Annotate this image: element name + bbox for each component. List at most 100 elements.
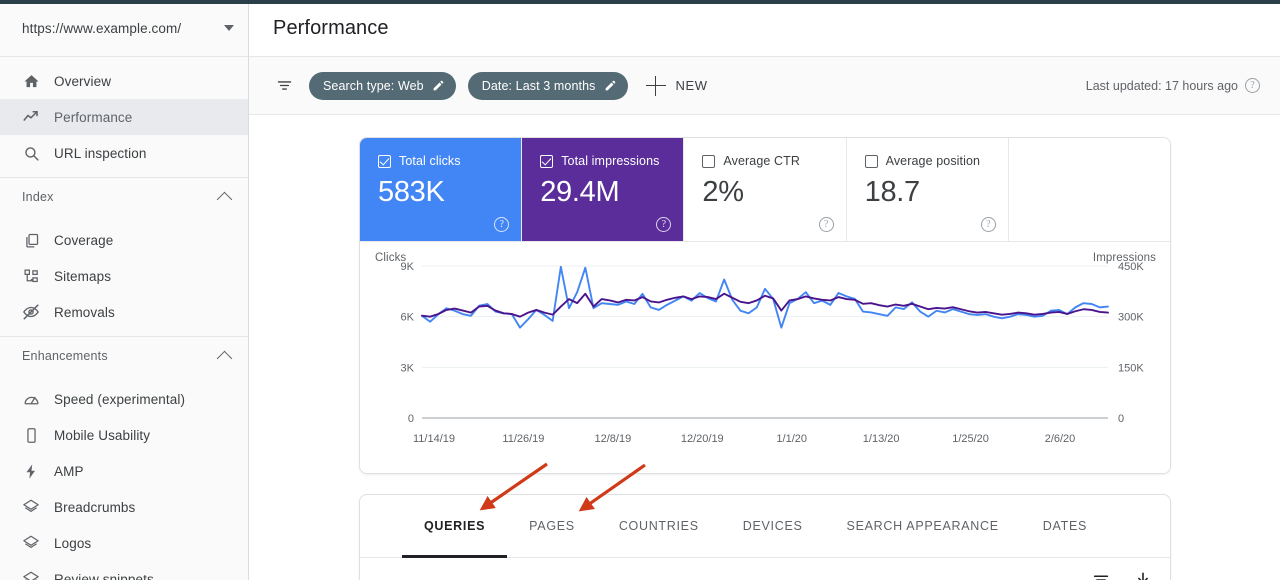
sidebar-item-sitemaps[interactable]: Sitemaps (0, 258, 248, 294)
sidebar-item-mobile-usability[interactable]: Mobile Usability (0, 417, 248, 453)
new-button-label: NEW (676, 78, 708, 93)
performance-chart-panel: Total clicks 583K ? Total impressions 29… (359, 137, 1171, 474)
svg-text:150K: 150K (1118, 362, 1144, 374)
svg-text:2/6/20: 2/6/20 (1045, 433, 1076, 445)
detail-tabs: QUERIES PAGES COUNTRIES DEVICES SEARCH A… (360, 495, 1170, 558)
metric-header: Average position (865, 154, 994, 168)
metric-label: Total impressions (561, 154, 659, 168)
sidebar-item-label: Overview (54, 74, 111, 89)
copy-pages-icon (20, 229, 42, 251)
filter-icon[interactable] (273, 75, 295, 97)
svg-text:11/14/19: 11/14/19 (413, 433, 455, 445)
filter-icon[interactable] (1092, 571, 1110, 580)
tab-label: SEARCH APPEARANCE (847, 519, 999, 533)
search-icon (20, 142, 42, 164)
sidebar-item-label: Sitemaps (54, 269, 111, 284)
svg-text:6K: 6K (401, 312, 415, 324)
sidebar-item-removals[interactable]: Removals (0, 294, 248, 330)
tab-countries[interactable]: COUNTRIES (597, 495, 721, 558)
chevron-up-icon (217, 191, 233, 207)
svg-text:1/25/20: 1/25/20 (952, 433, 989, 445)
metric-value: 2% (702, 176, 831, 209)
chevron-down-icon (224, 25, 234, 31)
trending-up-icon (20, 106, 42, 128)
layers-icon (20, 532, 42, 554)
checkbox-checked-icon[interactable] (378, 155, 391, 168)
sidebar-item-amp[interactable]: AMP (0, 453, 248, 489)
sitemap-icon (20, 265, 42, 287)
tab-label: PAGES (529, 519, 575, 533)
help-circle-icon[interactable]: ? (819, 217, 834, 232)
last-updated-status: Last updated: 17 hours ago ? (1086, 78, 1260, 93)
checkbox-unchecked-icon[interactable] (702, 155, 715, 168)
sidebar-item-label: URL inspection (54, 146, 146, 161)
home-icon (20, 70, 42, 92)
tab-search-appearance[interactable]: SEARCH APPEARANCE (825, 495, 1021, 558)
metric-card-average-position[interactable]: Average position 18.7 ? (847, 138, 1009, 241)
sidebar-item-label: Logos (54, 536, 91, 551)
tab-dates[interactable]: DATES (1021, 495, 1109, 558)
help-circle-icon[interactable]: ? (981, 217, 996, 232)
detail-tabs-panel: QUERIES PAGES COUNTRIES DEVICES SEARCH A… (359, 494, 1171, 580)
mobile-phone-icon (20, 424, 42, 446)
layers-icon (20, 568, 42, 580)
svg-text:1/13/20: 1/13/20 (863, 433, 900, 445)
metric-card-empty (1009, 138, 1170, 241)
sidebar-item-label: Breadcrumbs (54, 500, 135, 515)
svg-text:3K: 3K (401, 362, 415, 374)
sidebar-item-breadcrumbs[interactable]: Breadcrumbs (0, 489, 248, 525)
tab-queries[interactable]: QUERIES (402, 495, 507, 558)
sidebar-item-logos[interactable]: Logos (0, 525, 248, 561)
download-icon[interactable] (1134, 571, 1152, 580)
index-nav-group: Coverage Sitemaps Removals (0, 216, 248, 336)
filter-chip-search-type[interactable]: Search type: Web (309, 72, 456, 100)
tab-pages[interactable]: PAGES (507, 495, 597, 558)
sidebar-item-speed[interactable]: Speed (experimental) (0, 381, 248, 417)
eye-off-icon (20, 301, 42, 323)
property-selector[interactable]: https://www.example.com/ (0, 0, 248, 57)
help-circle-icon[interactable]: ? (656, 217, 671, 232)
svg-text:0: 0 (408, 413, 414, 425)
metric-value: 29.4M (540, 176, 669, 209)
sidebar-item-label: AMP (54, 464, 84, 479)
metric-card-average-ctr[interactable]: Average CTR 2% ? (684, 138, 846, 241)
sidebar-item-url-inspection[interactable]: URL inspection (0, 135, 248, 171)
sidebar-item-overview[interactable]: Overview (0, 63, 248, 99)
svg-text:0: 0 (1118, 413, 1124, 425)
metric-value: 583K (378, 176, 507, 209)
metrics-row: Total clicks 583K ? Total impressions 29… (360, 138, 1170, 242)
chip-label: Date: Last 3 months (482, 79, 596, 93)
metric-label: Average position (886, 154, 981, 168)
chart-svg: 003K150K6K300K9K450K11/14/1911/26/1912/8… (360, 242, 1170, 473)
layers-icon (20, 496, 42, 518)
sidebar-item-coverage[interactable]: Coverage (0, 222, 248, 258)
chevron-up-icon (217, 350, 233, 366)
y-axis-left-title: Clicks (375, 252, 406, 264)
tab-label: COUNTRIES (619, 519, 699, 533)
lightning-bolt-icon (20, 460, 42, 482)
metric-card-total-impressions[interactable]: Total impressions 29.4M ? (522, 138, 684, 241)
metric-label: Total clicks (399, 154, 461, 168)
sidebar-section-index[interactable]: Index (0, 178, 248, 216)
y-axis-right-title: Impressions (1093, 252, 1156, 264)
main-content: Performance Search type: Web Date: Last … (249, 0, 1280, 580)
tab-devices[interactable]: DEVICES (721, 495, 825, 558)
sidebar-item-performance[interactable]: Performance (0, 99, 248, 135)
help-circle-icon[interactable]: ? (494, 217, 509, 232)
content-area: Total clicks 583K ? Total impressions 29… (249, 115, 1280, 580)
last-updated-label: Last updated: 17 hours ago (1086, 79, 1238, 93)
filter-chip-date[interactable]: Date: Last 3 months (468, 72, 628, 100)
help-circle-icon[interactable]: ? (1245, 78, 1260, 93)
metric-card-total-clicks[interactable]: Total clicks 583K ? (360, 138, 522, 241)
checkbox-checked-icon[interactable] (540, 155, 553, 168)
metric-label: Average CTR (723, 154, 800, 168)
section-title: Index (22, 190, 219, 204)
page-title: Performance (273, 17, 389, 40)
new-filter-button[interactable]: NEW (646, 76, 708, 96)
tab-label: DEVICES (743, 519, 803, 533)
metric-header: Total clicks (378, 154, 507, 168)
sidebar-section-enhancements[interactable]: Enhancements (0, 337, 248, 375)
checkbox-unchecked-icon[interactable] (865, 155, 878, 168)
sidebar-item-review-snippets[interactable]: Review snippets (0, 561, 248, 580)
metric-value: 18.7 (865, 176, 994, 209)
